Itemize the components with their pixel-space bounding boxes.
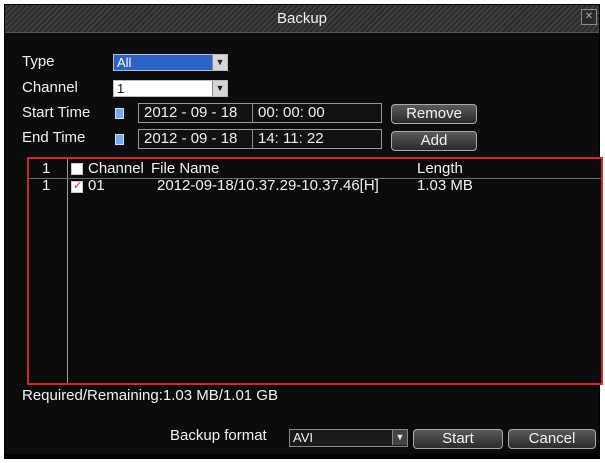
type-label: Type [22, 53, 55, 70]
start-time-field[interactable]: 2012 - 09 - 18 00: 00: 00 [138, 103, 382, 123]
window-title: Backup [276, 10, 328, 27]
row-checkbox[interactable] [71, 179, 83, 193]
channel-select[interactable]: 1 ▼ [113, 80, 228, 97]
header-channel: Channel [88, 160, 144, 177]
header-index: 1 [42, 160, 51, 177]
end-time-label: End Time [22, 129, 86, 146]
chevron-down-icon: ▼ [212, 81, 227, 96]
backup-format-label: Backup format [170, 427, 267, 444]
remove-button[interactable]: Remove [391, 104, 477, 124]
end-time-field[interactable]: 2012 - 09 - 18 14: 11: 22 [138, 129, 382, 149]
header-file-name: File Name [151, 160, 220, 177]
close-icon[interactable]: ✕ [581, 9, 597, 25]
end-date[interactable]: 2012 - 09 - 18 [144, 130, 237, 148]
backup-format-value: AVI [293, 430, 313, 445]
calendar-icon[interactable] [115, 108, 124, 119]
backup-format-select[interactable]: AVI ▼ [289, 429, 408, 447]
required-remaining-text: Required/Remaining:1.03 MB/1.01 GB [22, 387, 278, 404]
title-bar: Backup ✕ [5, 5, 599, 33]
header-length: Length [417, 160, 463, 177]
row-file-name: 2012-09-18/10.37.29-10.37.46[H] [157, 177, 379, 194]
file-list: 1 Channel File Name Length 1 01 2012-09-… [27, 157, 603, 385]
cancel-button[interactable]: Cancel [508, 429, 596, 449]
channel-label: Channel [22, 79, 78, 96]
calendar-icon[interactable] [115, 134, 124, 145]
select-all-checkbox[interactable] [71, 163, 83, 175]
row-length: 1.03 MB [417, 177, 473, 194]
chevron-down-icon: ▼ [212, 55, 227, 70]
divider [252, 104, 253, 122]
bottom-edge [5, 454, 599, 458]
divider [252, 130, 253, 148]
backup-window: Backup ✕ Type All ▼ Channel 1 ▼ Start Ti… [4, 4, 603, 459]
column-divider [67, 159, 68, 383]
add-button[interactable]: Add [391, 131, 477, 151]
start-date[interactable]: 2012 - 09 - 18 [144, 104, 237, 122]
type-value: All [117, 55, 132, 70]
start-time[interactable]: 00: 00: 00 [258, 104, 325, 122]
start-time-label: Start Time [22, 104, 91, 121]
row-index: 1 [42, 177, 51, 194]
row-channel: 01 [88, 177, 105, 194]
start-button[interactable]: Start [413, 429, 503, 449]
channel-value: 1 [117, 81, 125, 96]
type-select[interactable]: All ▼ [113, 54, 228, 71]
chevron-down-icon: ▼ [392, 430, 407, 445]
end-time[interactable]: 14: 11: 22 [258, 130, 324, 148]
